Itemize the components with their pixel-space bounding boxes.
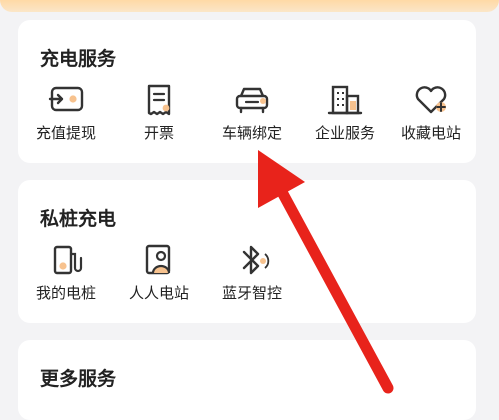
private-charging-card: 私桩充电 我的电桩 人人电站 蓝牙智控 — [18, 180, 476, 323]
car-icon — [235, 87, 269, 114]
enterprise-service-button[interactable]: 企业服务 — [302, 82, 388, 143]
bluetooth-control-label: 蓝牙智控 — [221, 284, 282, 302]
building-icon — [327, 85, 363, 115]
everyone-station-label: 人人电站 — [128, 284, 189, 302]
invoice-icon — [147, 84, 171, 116]
favorite-stations-button[interactable]: 收藏电站 — [388, 82, 474, 143]
charging-services-card: 充电服务 充值提现 开票 车辆绑定 企业服务 收藏电站 — [18, 20, 476, 163]
recharge-withdraw-button[interactable]: 充值提现 — [23, 82, 109, 143]
charger-pile-icon — [53, 245, 83, 275]
heart-plus-icon — [415, 86, 447, 114]
card-title-charging: 充电服务 — [40, 48, 117, 70]
everyone-station-button[interactable]: 人人电站 — [116, 242, 202, 303]
my-charger-label: 我的电桩 — [35, 284, 96, 302]
person-station-icon — [145, 244, 171, 275]
invoice-label: 开票 — [143, 124, 174, 142]
recharge-withdraw-label: 充值提现 — [35, 124, 96, 142]
card-title-more: 更多服务 — [40, 368, 117, 390]
more-services-card: 更多服务 — [18, 340, 476, 420]
vehicle-binding-button[interactable]: 车辆绑定 — [209, 82, 295, 143]
vehicle-binding-label: 车辆绑定 — [221, 124, 282, 142]
bluetooth-icon — [242, 245, 270, 275]
enterprise-service-label: 企业服务 — [314, 124, 375, 142]
invoice-button[interactable]: 开票 — [116, 82, 202, 143]
my-charger-button[interactable]: 我的电桩 — [23, 242, 109, 303]
card-title-private: 私桩充电 — [40, 208, 117, 230]
bluetooth-control-button[interactable]: 蓝牙智控 — [209, 242, 295, 303]
favorite-stations-label: 收藏电站 — [400, 124, 461, 142]
top-banner — [0, 0, 499, 12]
recharge-card-icon — [48, 86, 84, 112]
